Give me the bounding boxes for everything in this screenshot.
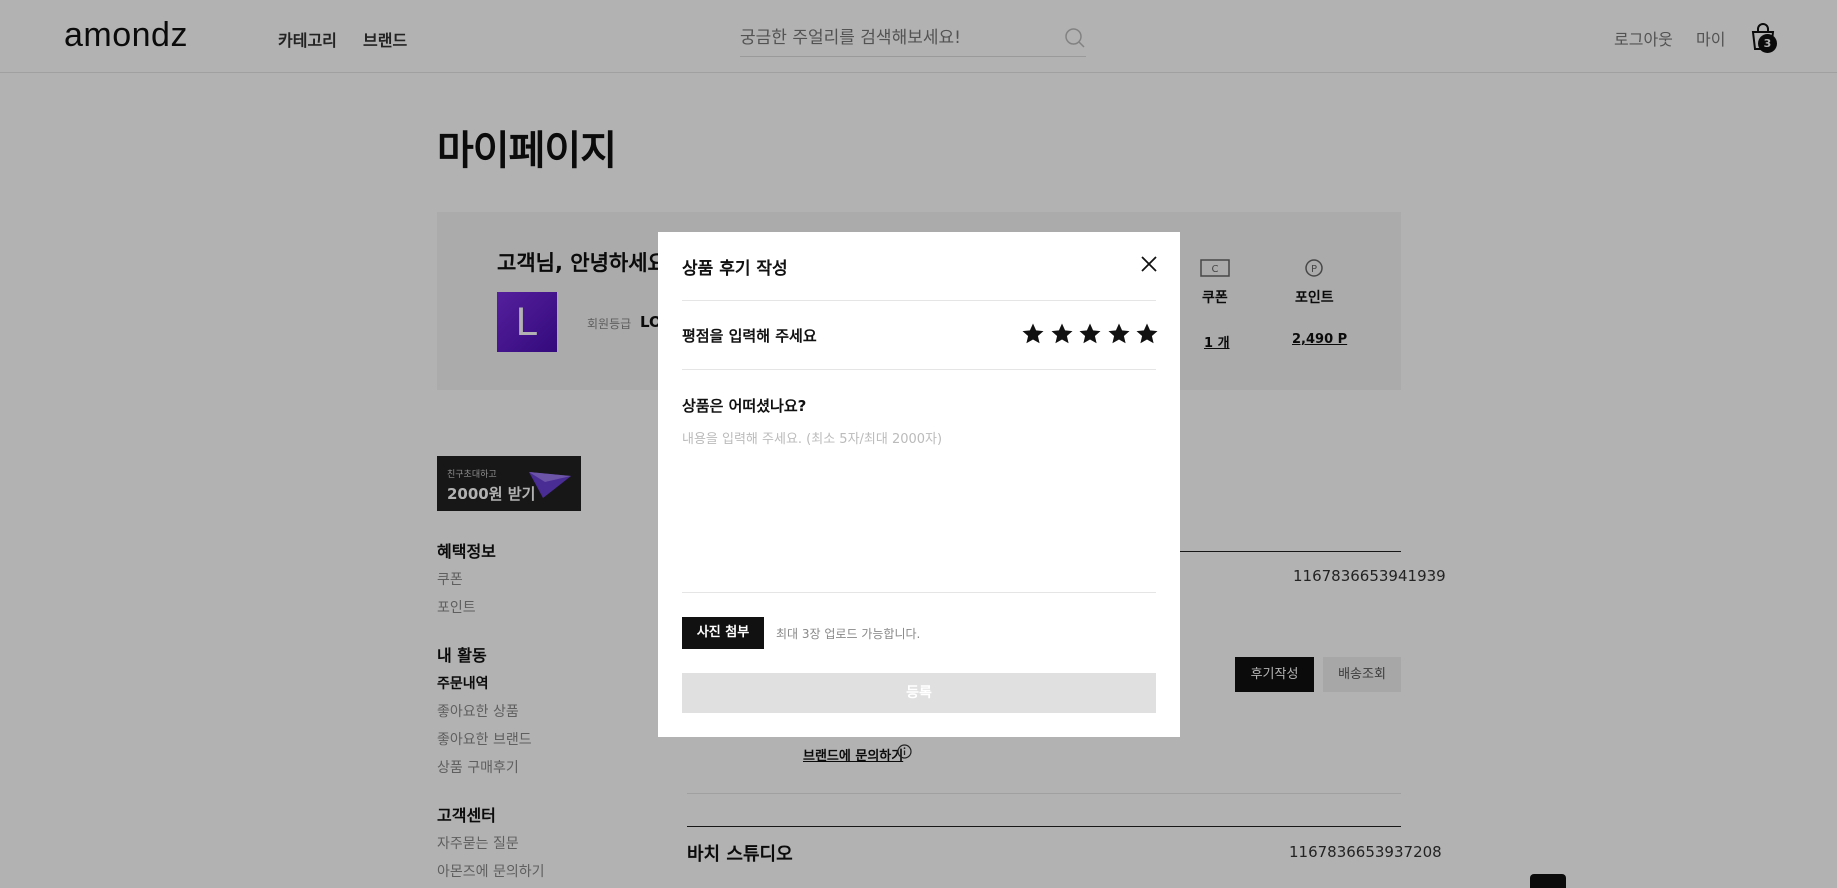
review-question: 상품은 어떠셨나요? [682,397,807,415]
modal-divider [682,592,1156,593]
attach-photo-button[interactable]: 사진 첨부 [682,617,764,649]
close-icon[interactable] [1139,254,1159,274]
star-icon[interactable] [1021,322,1045,346]
star-icon[interactable] [1107,322,1131,346]
photo-note: 최대 3장 업로드 가능합니다. [776,627,921,641]
star-icon[interactable] [1135,322,1159,346]
star-icon[interactable] [1050,322,1074,346]
review-textarea[interactable] [682,428,1156,588]
star-icon[interactable] [1078,322,1102,346]
modal-divider [682,300,1156,301]
modal-title: 상품 후기 작성 [682,259,788,279]
rating-stars [1021,322,1159,346]
submit-button[interactable]: 등록 [682,673,1156,713]
review-modal: 상품 후기 작성 평점을 입력해 주세요 상품은 어떠셨나요? 사진 첨부 최대… [658,232,1180,737]
modal-divider [682,369,1156,370]
rating-label: 평점을 입력해 주세요 [682,327,817,345]
